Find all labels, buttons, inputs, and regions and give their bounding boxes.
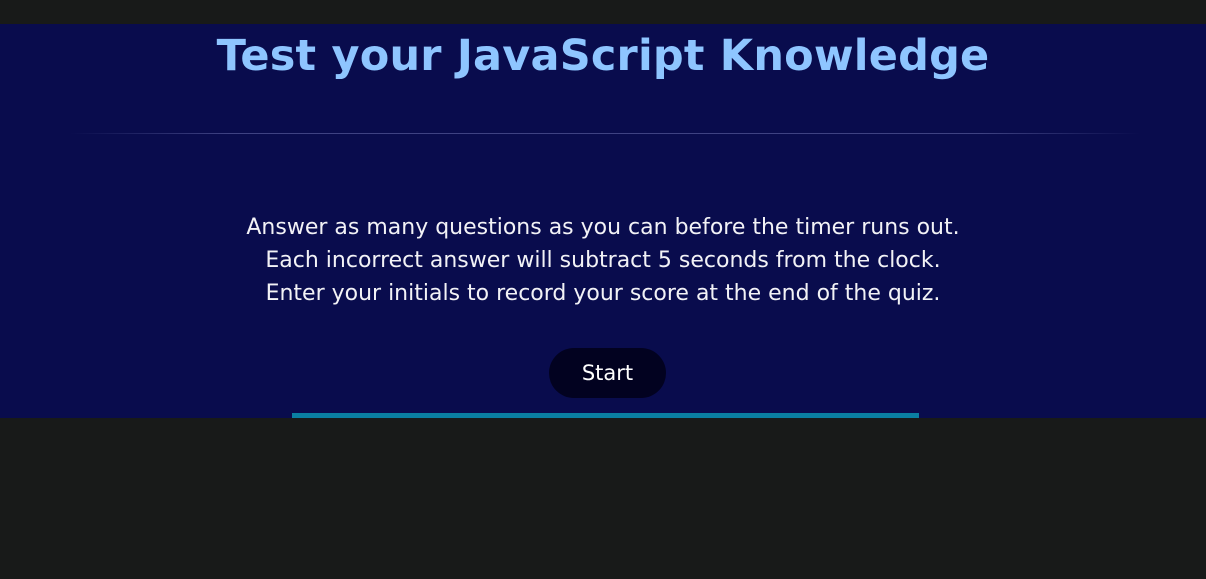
start-button[interactable]: Start [549, 348, 666, 398]
instruction-line-penalty: Each incorrect answer will subtract 5 se… [265, 248, 941, 273]
title-divider [70, 133, 1140, 134]
instruction-line-timer: Answer as many questions as you can befo… [246, 215, 960, 240]
page-title: Test your JavaScript Knowledge [216, 31, 990, 81]
progress-bar-fill [292, 413, 919, 418]
page: Test your JavaScript Knowledge Answer as… [0, 0, 1206, 579]
progress-bar [292, 413, 919, 418]
instruction-line-initials: Enter your initials to record your score… [265, 281, 941, 306]
instructions: Answer as many questions as you can befo… [0, 211, 1206, 310]
quiz-panel: Test your JavaScript Knowledge Answer as… [0, 24, 1206, 418]
